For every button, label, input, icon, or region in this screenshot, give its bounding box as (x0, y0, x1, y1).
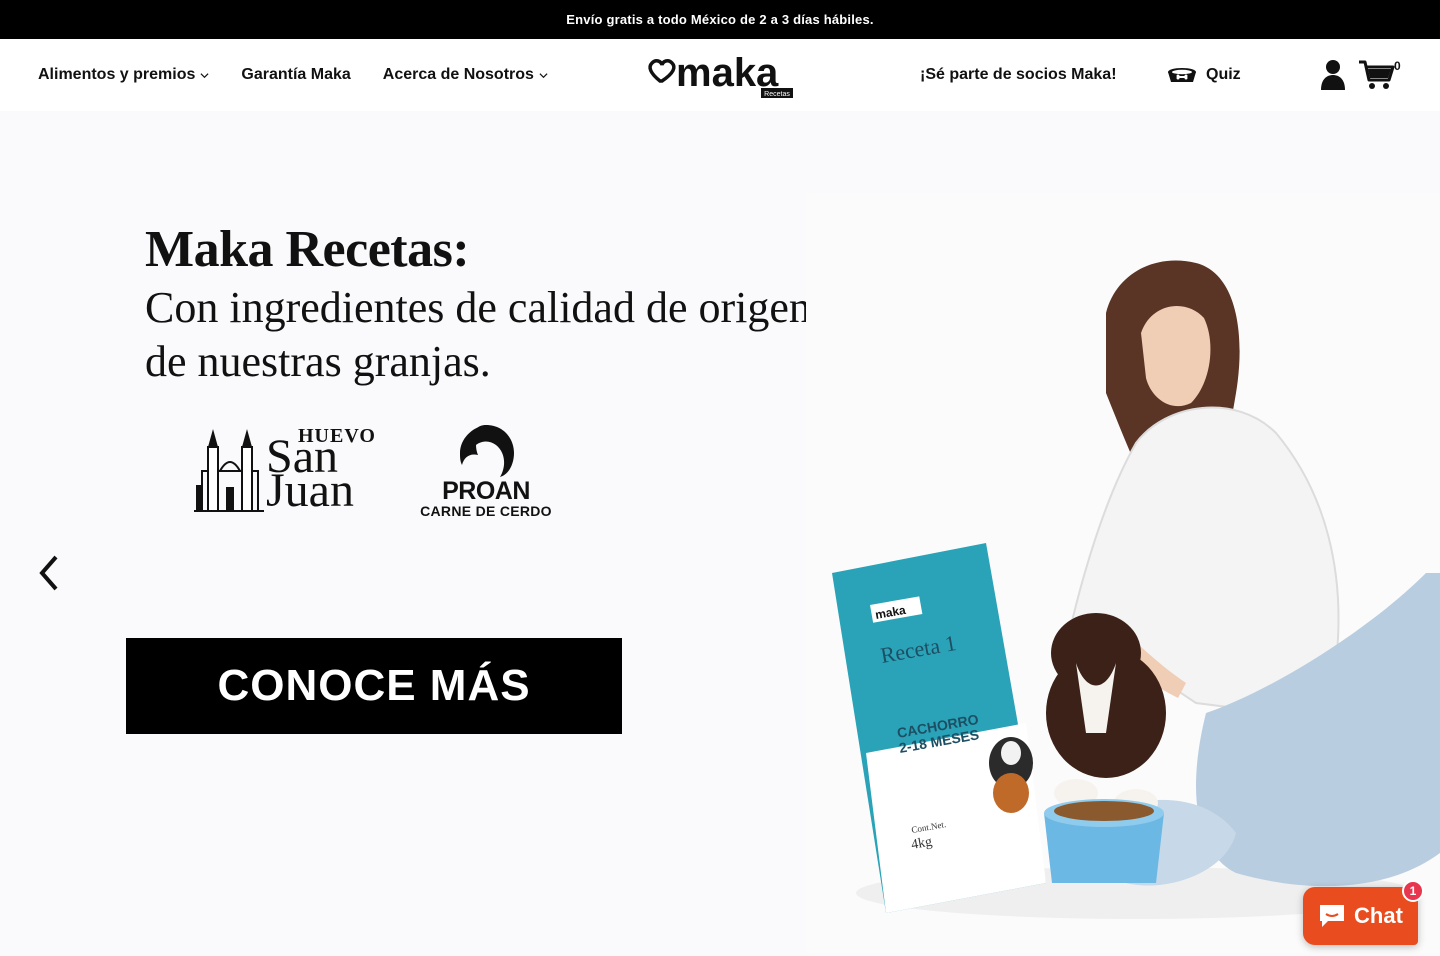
chevron-down-icon (200, 72, 209, 78)
announcement-text: Envío gratis a todo México de 2 a 3 días… (566, 12, 874, 27)
logo-sub: Recetas (764, 91, 790, 98)
nav-guarantee[interactable]: Garantía Maka (241, 66, 350, 84)
dog-bowl-icon (1168, 68, 1196, 82)
chat-bubble-icon (1320, 905, 1345, 927)
user-icon[interactable] (1320, 59, 1346, 91)
proan-subtitle: CARNE DE CERDO (420, 503, 552, 519)
announcement-bar: Envío gratis a todo México de 2 a 3 días… (0, 0, 1440, 39)
site-header: Alimentos y premios Garantía Maka Acerca… (0, 39, 1440, 111)
hero-title: Maka Recetas: (145, 221, 470, 278)
quiz-link[interactable]: Quiz (1166, 39, 1241, 111)
cart-icon[interactable] (1358, 59, 1396, 91)
hero-slider: Maka Recetas: Con ingredientes de calida… (0, 111, 1440, 956)
proan-logo: PROAN CARNE DE CERDO (416, 423, 556, 523)
hero-photo-woman-puppy: maka Receta 1 CACHORRO 2-18 MESES Cont.N… (806, 193, 1440, 953)
maka-logo[interactable]: maka Recetas (646, 51, 796, 101)
main-nav: Alimentos y premios Garantía Maka Acerca… (38, 39, 548, 111)
quiz-label: Quiz (1206, 66, 1241, 83)
nav-guarantee-label: Garantía Maka (241, 66, 351, 83)
chat-label: Chat (1354, 903, 1403, 928)
chevron-down-icon (539, 72, 548, 78)
nav-about-us[interactable]: Acerca de Nosotros (383, 66, 548, 84)
slider-prev-arrow-icon[interactable] (34, 551, 64, 595)
chat-button[interactable]: Chat (1303, 887, 1418, 945)
cart-count: 0 (1394, 59, 1401, 73)
partners-link[interactable]: ¡Sé parte de socios Maka! (920, 39, 1117, 111)
nav-about-label: Acerca de Nosotros (382, 66, 534, 83)
san-juan-juan: Juan (266, 464, 354, 517)
nav-food-and-treats[interactable]: Alimentos y premios (38, 66, 209, 84)
proan-name: PROAN (442, 477, 530, 505)
cta-button[interactable]: CONOCE MÁS (126, 638, 622, 734)
chat-notification-badge: 1 (1402, 880, 1424, 902)
proan-mark-icon (460, 425, 514, 477)
nav-food-label: Alimentos y premios (38, 66, 196, 83)
